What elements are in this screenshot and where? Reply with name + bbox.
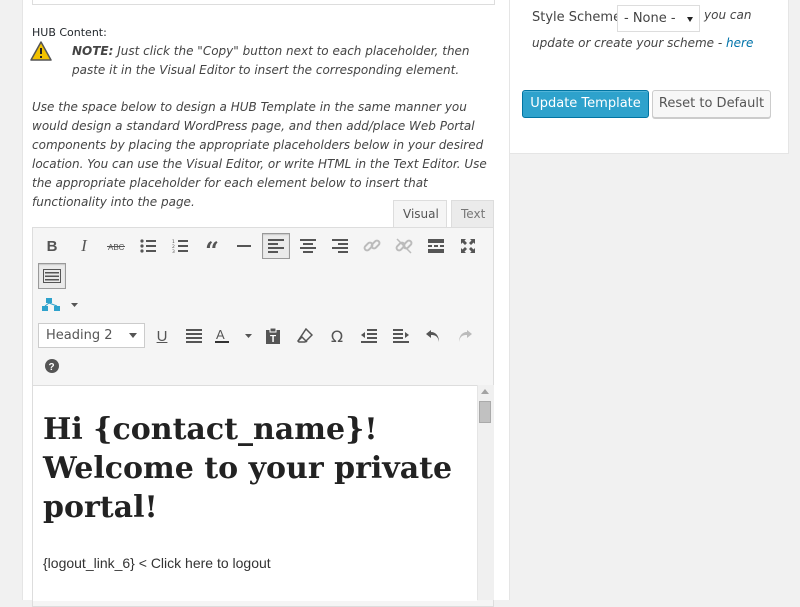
content-paragraph: {logout_link_6} < Click here to logout bbox=[43, 555, 271, 571]
horizontal-rule-icon[interactable] bbox=[230, 233, 258, 259]
style-help-text-2: update or create your scheme - here bbox=[532, 36, 753, 50]
undo-icon[interactable] bbox=[419, 323, 447, 349]
align-left-icon[interactable] bbox=[262, 233, 290, 259]
chevron-down-icon bbox=[687, 17, 693, 22]
intro-text: Use the space below to design a HUB Temp… bbox=[32, 100, 487, 209]
numbered-list-icon[interactable]: 123 bbox=[166, 233, 194, 259]
chevron-down-icon bbox=[129, 333, 137, 338]
paste-text-icon[interactable]: T bbox=[259, 323, 287, 349]
text-color-icon[interactable]: A bbox=[212, 323, 256, 349]
blockquote-icon[interactable]: “ bbox=[198, 233, 226, 263]
toolbar-toggle-icon[interactable] bbox=[38, 263, 66, 289]
style-help-body: update or create your scheme - bbox=[532, 36, 723, 50]
justify-icon[interactable] bbox=[180, 323, 208, 349]
read-more-icon[interactable] bbox=[422, 233, 450, 259]
scroll-up-icon[interactable] bbox=[481, 389, 489, 394]
format-select-value: Heading 2 bbox=[46, 328, 113, 343]
align-right-icon[interactable] bbox=[326, 233, 354, 259]
previous-field[interactable] bbox=[32, 0, 495, 5]
help-icon[interactable]: ? bbox=[38, 353, 66, 379]
clear-format-icon[interactable] bbox=[291, 323, 319, 349]
note-text: NOTE: Just click the "Copy" button next … bbox=[72, 42, 497, 80]
align-center-icon[interactable] bbox=[294, 233, 322, 259]
outdent-icon[interactable] bbox=[355, 323, 383, 349]
tab-text[interactable]: Text bbox=[451, 200, 494, 227]
bullet-list-icon[interactable] bbox=[134, 233, 162, 259]
style-help-text: you can bbox=[704, 8, 752, 22]
strikethrough-icon[interactable]: ABC bbox=[102, 233, 130, 259]
svg-text:A: A bbox=[216, 328, 225, 342]
note-body: Just click the "Copy" button next to eac… bbox=[72, 44, 470, 77]
fullscreen-icon[interactable] bbox=[454, 233, 482, 259]
link-icon[interactable] bbox=[358, 233, 386, 259]
svg-text:ABC: ABC bbox=[108, 243, 125, 252]
note-label: NOTE: bbox=[72, 44, 114, 58]
bold-icon[interactable]: B bbox=[38, 233, 66, 259]
scrollbar-thumb[interactable] bbox=[479, 401, 491, 423]
hub-content-label: HUB Content: bbox=[32, 26, 107, 39]
special-char-icon[interactable]: Ω bbox=[323, 323, 351, 349]
reset-to-default-button[interactable]: Reset to Default bbox=[652, 90, 771, 118]
indent-icon[interactable] bbox=[387, 323, 415, 349]
style-scheme-label: Style Scheme bbox=[532, 10, 622, 25]
unlink-icon[interactable] bbox=[390, 233, 418, 259]
format-select[interactable]: Heading 2 bbox=[38, 323, 145, 348]
portal-components-icon[interactable] bbox=[38, 292, 84, 318]
redo-icon[interactable] bbox=[451, 323, 479, 349]
tab-visual[interactable]: Visual bbox=[393, 200, 447, 227]
style-scheme-value: - None - bbox=[624, 11, 676, 26]
svg-text:?: ? bbox=[49, 362, 55, 373]
underline-icon[interactable]: U bbox=[148, 323, 176, 349]
content-heading: Hi {contact_name}! Welcome to your priva… bbox=[43, 412, 453, 525]
italic-icon[interactable]: I bbox=[70, 233, 98, 259]
svg-text:T: T bbox=[270, 334, 276, 344]
update-template-button[interactable]: Update Template bbox=[522, 90, 649, 118]
svg-text:3: 3 bbox=[172, 249, 175, 253]
style-help-link[interactable]: here bbox=[726, 36, 753, 50]
warning-icon bbox=[30, 41, 52, 61]
style-scheme-select[interactable]: - None - bbox=[617, 5, 700, 32]
